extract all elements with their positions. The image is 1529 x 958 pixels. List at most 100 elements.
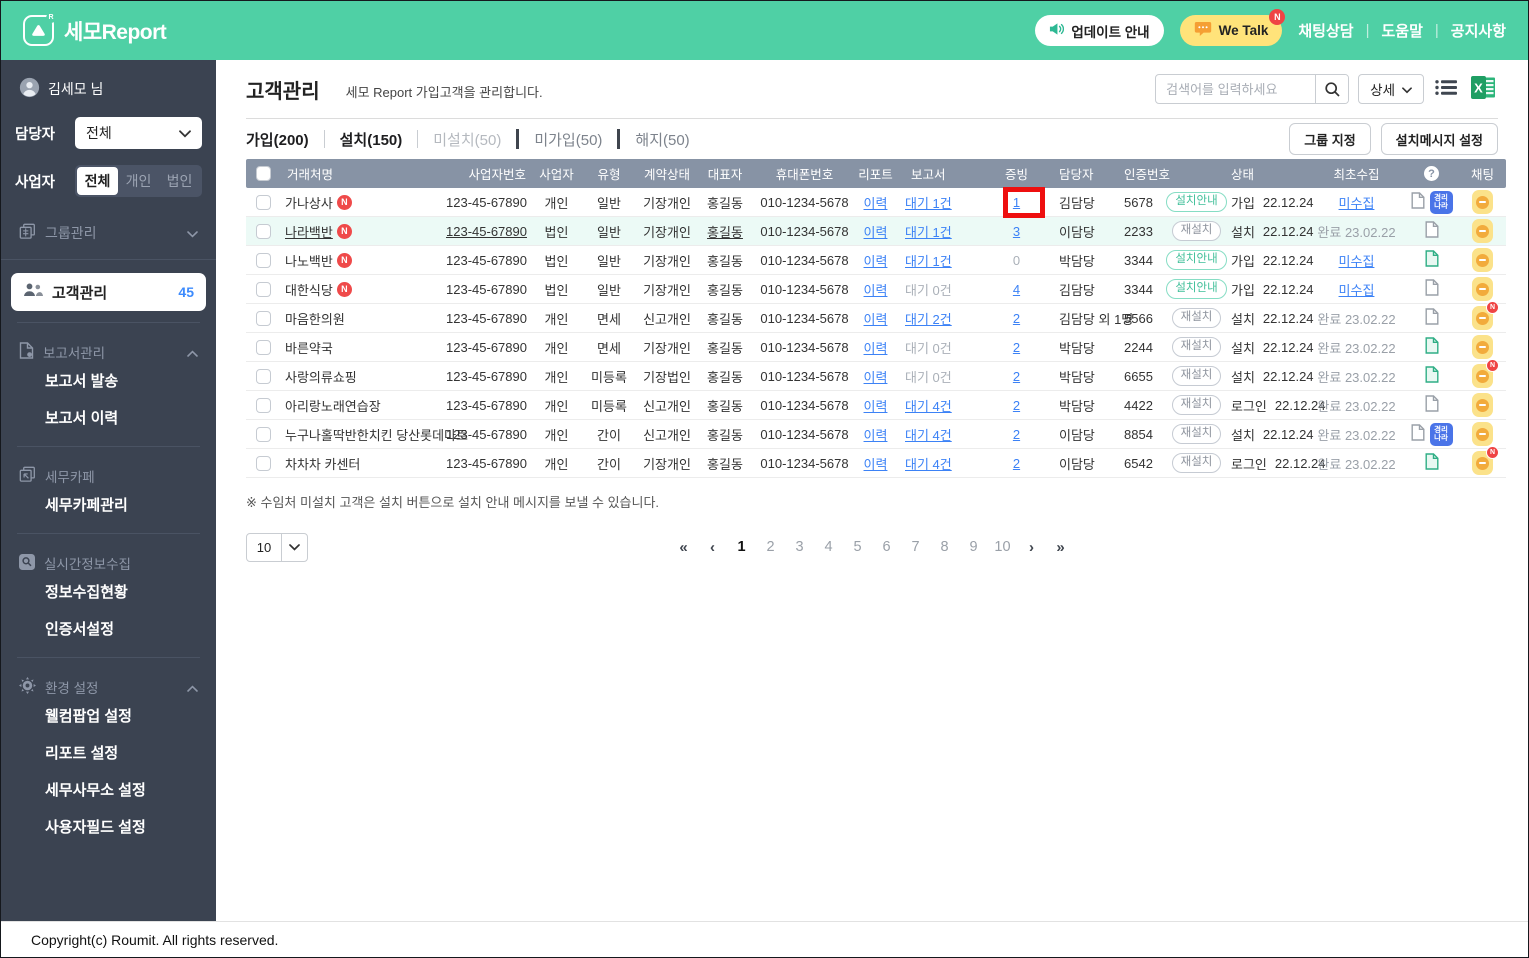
- detail-search-button[interactable]: 상세: [1358, 74, 1424, 104]
- row-checkbox[interactable]: [255, 426, 271, 442]
- top-link-3[interactable]: 공지사항: [1451, 20, 1506, 41]
- tab-2[interactable]: 설치(150): [340, 129, 403, 150]
- document-icon[interactable]: [1411, 424, 1425, 444]
- list-view-button[interactable]: [1433, 77, 1460, 101]
- sidebar-item-정보수집현황[interactable]: 정보수집현황: [19, 573, 198, 610]
- document-icon[interactable]: [1425, 308, 1439, 328]
- row-checkbox[interactable]: [255, 194, 271, 210]
- reinstall-button[interactable]: 재설치: [1171, 307, 1222, 329]
- chat-icon[interactable]: N: [1472, 301, 1499, 330]
- report-history-link[interactable]: 이력: [864, 280, 888, 299]
- report-queue-link[interactable]: 대기 1건: [905, 222, 952, 241]
- sidebar-item-세무카페관리[interactable]: 세무카페관리: [19, 486, 198, 523]
- business-option-전체[interactable]: 전체: [77, 167, 118, 195]
- chat-icon[interactable]: [1472, 335, 1493, 359]
- pagination-first[interactable]: «: [671, 534, 696, 560]
- document-icon[interactable]: [1411, 192, 1425, 212]
- page-size-select[interactable]: 10: [246, 532, 308, 562]
- partner-badge[interactable]: 경리 나라: [1429, 190, 1453, 214]
- tab-5[interactable]: 해지(50): [635, 129, 689, 150]
- report-history-link[interactable]: 이력: [864, 396, 888, 415]
- reinstall-button[interactable]: 재설치: [1171, 394, 1222, 416]
- partner-badge[interactable]: 경리 나라: [1429, 422, 1453, 446]
- chat-icon[interactable]: N: [1472, 446, 1499, 475]
- chat-icon[interactable]: N: [1472, 359, 1499, 388]
- report-history-link[interactable]: 이력: [864, 367, 888, 386]
- chat-icon[interactable]: [1472, 393, 1493, 417]
- search-input[interactable]: [1156, 81, 1316, 97]
- report-history-link[interactable]: 이력: [864, 425, 888, 444]
- document-icon[interactable]: [1425, 366, 1439, 386]
- evidence-count-link[interactable]: 2: [1013, 427, 1020, 442]
- row-checkbox[interactable]: [255, 368, 271, 384]
- report-queue-link[interactable]: 대기 1건: [905, 251, 952, 270]
- evidence-count-link[interactable]: 2: [1013, 398, 1020, 413]
- reinstall-button[interactable]: 재설치: [1171, 336, 1222, 358]
- report-history-link[interactable]: 이력: [864, 454, 888, 473]
- pagination-page-8[interactable]: 8: [932, 534, 957, 560]
- sidebar-section-header[interactable]: 세무카페: [19, 466, 198, 486]
- search-button[interactable]: [1315, 75, 1349, 103]
- row-checkbox[interactable]: [255, 223, 271, 239]
- document-icon[interactable]: [1425, 221, 1439, 241]
- pagination-page-2[interactable]: 2: [758, 534, 783, 560]
- sidebar-item-customer-management[interactable]: 고객관리 45: [11, 273, 206, 311]
- chat-icon[interactable]: [1472, 219, 1493, 243]
- report-history-link[interactable]: 이력: [864, 251, 888, 270]
- reinstall-button[interactable]: 재설치: [1171, 220, 1222, 242]
- chat-icon[interactable]: [1472, 190, 1493, 214]
- report-queue-link[interactable]: 대기 4건: [905, 396, 952, 415]
- reinstall-button[interactable]: 재설치: [1171, 423, 1222, 445]
- reinstall-button[interactable]: 재설치: [1171, 365, 1222, 387]
- report-queue-link[interactable]: 대기 4건: [905, 425, 952, 444]
- tab-3[interactable]: 미설치(50): [433, 129, 501, 150]
- update-notice-button[interactable]: 업데이트 안내: [1035, 15, 1164, 46]
- sidebar-section-header[interactable]: 보고서관리: [19, 342, 198, 362]
- sidebar-item-group-management[interactable]: 그룹관리: [1, 205, 216, 257]
- customer-name[interactable]: 대한식당: [285, 280, 333, 299]
- report-history-link[interactable]: 이력: [864, 309, 888, 328]
- customer-name[interactable]: 나라백반: [285, 222, 333, 241]
- sidebar-item-사용자필드-설정[interactable]: 사용자필드 설정: [19, 808, 198, 845]
- install-guide-button[interactable]: 설치안내: [1166, 278, 1227, 300]
- top-link-2[interactable]: 도움말: [1381, 20, 1422, 41]
- evidence-count-link[interactable]: 2: [1013, 456, 1020, 471]
- evidence-count-link[interactable]: 3: [1013, 224, 1020, 239]
- customer-name[interactable]: 아리랑노래연습장: [285, 396, 381, 415]
- row-checkbox[interactable]: [255, 252, 271, 268]
- document-icon[interactable]: [1425, 453, 1439, 473]
- first-collect-link[interactable]: 미수집: [1339, 193, 1375, 212]
- tab-4[interactable]: 미가입(50): [534, 129, 602, 150]
- help-icon[interactable]: ?: [1424, 166, 1439, 181]
- sidebar-item-리포트-설정[interactable]: 리포트 설정: [19, 734, 198, 771]
- report-history-link[interactable]: 이력: [864, 193, 888, 212]
- document-icon[interactable]: [1425, 279, 1439, 299]
- customer-name[interactable]: 가나상사: [285, 193, 333, 212]
- report-queue-link[interactable]: 대기 4건: [905, 454, 952, 473]
- document-icon[interactable]: [1425, 250, 1439, 270]
- pagination-page-3[interactable]: 3: [787, 534, 812, 560]
- pagination-last[interactable]: »: [1048, 534, 1073, 560]
- group-assign-button[interactable]: 그룹 지정: [1289, 123, 1371, 155]
- first-collect-link[interactable]: 미수집: [1339, 280, 1375, 299]
- chat-icon[interactable]: [1472, 248, 1493, 272]
- tab-1[interactable]: 가입(200): [246, 129, 309, 150]
- customer-name[interactable]: 마음한의원: [285, 309, 345, 328]
- report-history-link[interactable]: 이력: [864, 222, 888, 241]
- customer-name[interactable]: 사랑의류쇼핑: [285, 367, 357, 386]
- pagination-page-6[interactable]: 6: [874, 534, 899, 560]
- excel-export-button[interactable]: X: [1469, 74, 1498, 104]
- row-checkbox[interactable]: [255, 397, 271, 413]
- sidebar-item-웰컴팝업-설정[interactable]: 웰컴팝업 설정: [19, 697, 198, 734]
- document-icon[interactable]: [1425, 337, 1439, 357]
- business-option-법인[interactable]: 법인: [159, 167, 200, 195]
- app-logo[interactable]: R 세모Report: [23, 13, 167, 46]
- row-checkbox[interactable]: [255, 281, 271, 297]
- evidence-count-link[interactable]: 2: [1013, 340, 1020, 355]
- first-collect-link[interactable]: 미수집: [1339, 251, 1375, 270]
- row-checkbox[interactable]: [255, 455, 271, 471]
- customer-name[interactable]: 차차차 카센터: [285, 454, 360, 473]
- customer-name[interactable]: 나노백반: [285, 251, 333, 270]
- pagination-page-1[interactable]: 1: [729, 534, 754, 560]
- report-queue-link[interactable]: 대기 2건: [905, 309, 952, 328]
